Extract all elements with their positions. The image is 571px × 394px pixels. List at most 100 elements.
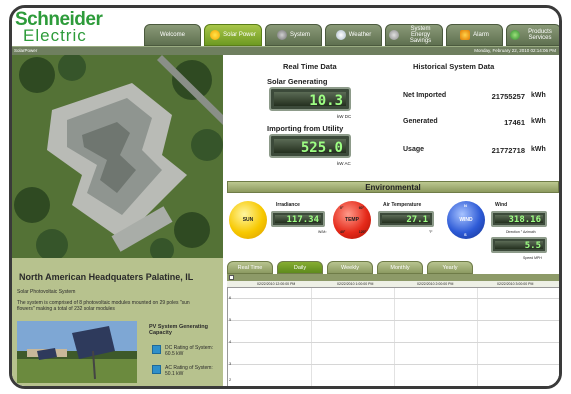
tab-label: Solar Power <box>223 32 256 38</box>
tab-alarm[interactable]: Alarm <box>446 24 503 46</box>
site-description: The system is comprised of 8 photovoltai… <box>17 300 190 312</box>
tab-weather[interactable]: Weather <box>325 24 382 46</box>
irradiance-value: 117.34 <box>275 215 321 225</box>
thermometer-icon: 0° 60° TEMP 40° 120° <box>333 201 371 239</box>
irradiance-label: Irradiance <box>276 202 300 208</box>
y-label: 3 <box>229 361 232 366</box>
y-label: 4 <box>229 339 232 344</box>
y-label: 6 <box>229 295 232 300</box>
gridline <box>228 298 559 299</box>
warning-icon <box>460 30 471 40</box>
environmental-header: Environmental <box>227 181 559 193</box>
globe-icon <box>510 30 520 40</box>
cloud-icon <box>335 30 346 40</box>
temp-tick: 40° <box>340 230 346 234</box>
date-time: Monday, February 22, 2010 02:14:06 PM <box>474 48 556 53</box>
sun-icon <box>210 30 221 40</box>
solar-array-photo <box>17 321 137 383</box>
wind-dir-s: S <box>464 232 467 237</box>
chart-options-icon[interactable] <box>229 275 234 280</box>
time-tick: 02/22/2010 2:00:00 PM <box>417 282 454 286</box>
tab-energy-savings[interactable]: System Energy Savings <box>385 24 443 46</box>
air-temp-label: Air Temperature <box>383 202 422 208</box>
tab-monthly[interactable]: Monthly <box>377 261 423 274</box>
header: Schneider Electric Welcome Solar Power S… <box>12 8 559 48</box>
chart-time-axis: 02/22/2010 12:00:00 PM 02/22/2010 1:00:0… <box>227 281 559 288</box>
utility-label: Importing from Utility <box>267 124 344 133</box>
tab-label: System Energy Savings <box>409 26 432 44</box>
net-imported-label: Net Imported <box>403 92 447 99</box>
aerial-photo <box>12 55 223 258</box>
status-bar: SolarPower Monday, February 22, 2010 02:… <box>12 46 559 55</box>
site-title: North American Headquaters Palatine, IL <box>19 272 194 282</box>
realtime-title: Real Time Data <box>283 62 337 71</box>
tab-products-services[interactable]: Products Services <box>506 24 559 46</box>
wind-speed-display: 5.5 <box>491 237 547 253</box>
tab-yearly[interactable]: Yearly <box>427 261 473 274</box>
tab-label: Welcome <box>160 32 185 38</box>
irradiance-unit: W/M² <box>318 230 327 234</box>
generated-unit: kWh <box>531 118 546 125</box>
solar-label: Solar Generating <box>267 77 328 86</box>
utility-value: 525.0 <box>274 139 346 156</box>
tab-label: Weather <box>348 32 372 38</box>
tab-label: System <box>289 32 310 38</box>
ac-rating-text: AC Rating of System: 50.1 kW <box>165 365 213 377</box>
time-tick: 02/22/2010 12:00:00 PM <box>257 282 296 286</box>
temp-tick: 0° <box>340 206 344 210</box>
air-temp-unit: °F <box>429 230 433 234</box>
tab-label: Alarm <box>473 32 489 38</box>
wind-speed-unit: Speed MPH <box>523 256 542 260</box>
utility-unit: kW AC <box>337 161 351 166</box>
gridline <box>228 364 559 365</box>
time-tick: 02/22/2010 1:00:00 PM <box>337 282 374 286</box>
logo-line2: Electric <box>23 26 87 45</box>
gridline <box>311 288 312 386</box>
wind-dir-n: N <box>464 203 467 208</box>
temp-ball-label: TEMP <box>345 217 359 223</box>
tab-real-time[interactable]: Real Time <box>227 261 273 274</box>
wind-dir-value: 318.16 <box>495 215 543 225</box>
solar-value: 10.3 <box>274 92 346 109</box>
dashboard-panel: Real Time Data Solar Generating 10.3 kW … <box>223 55 559 386</box>
tab-label: Products Services <box>528 29 552 41</box>
energy-chart: 6 5 4 3 2 <box>227 288 559 386</box>
wind-direction-display: 318.16 <box>491 211 547 227</box>
ac-rating-swatch <box>152 365 161 374</box>
irradiance-display: 117.34 <box>271 211 325 227</box>
site-info-panel: North American Headquaters Palatine, IL … <box>12 55 223 386</box>
utility-import-display: 525.0 <box>269 134 351 158</box>
chart-toolbar <box>227 274 559 281</box>
tab-welcome[interactable]: Welcome <box>144 24 201 46</box>
temp-tick: 120° <box>358 230 366 234</box>
tab-solar-power[interactable]: Solar Power <box>204 24 262 46</box>
tab-weekly[interactable]: Weekly <box>327 261 373 274</box>
app-frame: Schneider Electric Welcome Solar Power S… <box>9 5 562 389</box>
dc-rating-text: DC Rating of System: 60.5 kW <box>165 345 214 357</box>
gear-icon <box>276 30 287 40</box>
generated-label: Generated <box>403 118 438 125</box>
site-subtitle: Solar Photovoltaic System <box>17 289 76 295</box>
historical-title: Historical System Data <box>413 62 495 71</box>
air-temp-display: 27.1 <box>378 211 434 227</box>
temp-tick: 60° <box>358 206 364 210</box>
schneider-logo: Schneider Electric <box>15 9 135 45</box>
usage-label: Usage <box>403 146 425 153</box>
solar-unit: kW DC <box>337 114 352 119</box>
wind-label: Wind <box>495 202 508 208</box>
wind-speed-value: 5.5 <box>495 241 543 251</box>
usage-unit: kWh <box>531 146 546 153</box>
capacity-title: PV System Generating Capacity <box>149 324 208 336</box>
page-name: SolarPower <box>14 48 38 53</box>
tab-system[interactable]: System <box>265 24 322 46</box>
solar-generating-display: 10.3 <box>269 87 351 111</box>
tab-daily[interactable]: Daily <box>277 261 323 274</box>
air-temp-value: 27.1 <box>382 215 430 225</box>
plug-icon <box>389 30 399 40</box>
usage-value: 21772718 <box>491 146 525 155</box>
gridline <box>228 342 559 343</box>
dc-rating-swatch <box>152 345 161 354</box>
net-imported-value: 21755257 <box>491 92 525 101</box>
wind-dir-unit: Direction ° Azimuth <box>506 230 536 234</box>
gridline <box>228 320 559 321</box>
